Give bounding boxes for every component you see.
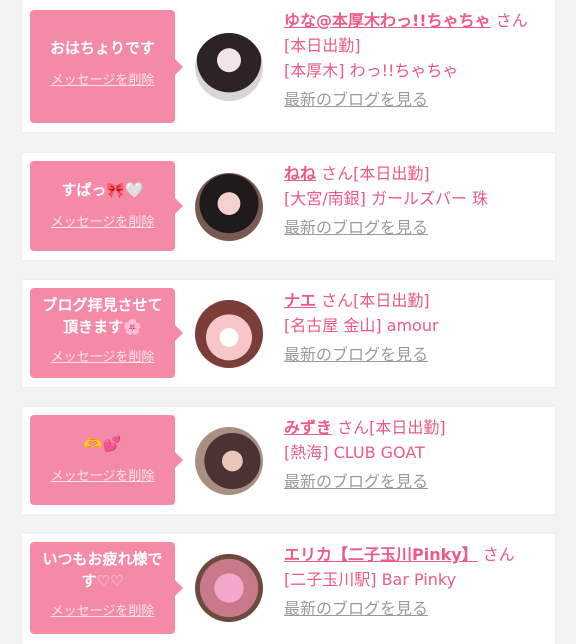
ribbon-heart-emoji-icon: 🎀🤍 xyxy=(106,181,144,199)
shop-area: [熱海] CLUB GOAT xyxy=(284,443,425,462)
message-bubble: いつもお疲れ様で す♡♡ メッセージを削除 xyxy=(30,542,183,634)
latest-blog-link[interactable]: 最新のブログを見る xyxy=(284,87,428,112)
status-badge: [本日出勤] xyxy=(369,418,446,437)
message-bubble: すぱっ🎀🤍 メッセージを削除 xyxy=(30,161,183,251)
avatar[interactable] xyxy=(195,33,263,101)
profile-name-link[interactable]: みずき xyxy=(284,418,332,437)
profile-info: ナエ さん[本日出勤] [名古屋 金山] amour 最新のブログを見る xyxy=(284,288,549,367)
message-card: おはちょりです メッセージを削除 ゆな@本厚木わっ!!ちゃちゃ さん [本日出勤]… xyxy=(22,0,555,132)
message-card: すぱっ🎀🤍 メッセージを削除 ねね さん[本日出勤] [大宮/南銀] ガールズバ… xyxy=(22,153,555,260)
shop-area: [二子玉川駅] Bar Pinky xyxy=(284,570,457,589)
honorific: さん xyxy=(337,418,370,437)
delete-message-link[interactable]: メッセージを削除 xyxy=(30,211,175,230)
message-bubble: おはちょりです メッセージを削除 xyxy=(30,10,183,123)
avatar[interactable] xyxy=(195,300,263,368)
avatar[interactable] xyxy=(195,173,263,241)
delete-message-link[interactable]: メッセージを削除 xyxy=(30,69,175,88)
avatar[interactable] xyxy=(195,427,263,495)
profile-info: エリカ【二子玉川Pinky】 さん [二子玉川駅] Bar Pinky 最新のブ… xyxy=(284,542,549,621)
message-text-line: 頂きます xyxy=(63,318,124,336)
delete-message-link[interactable]: メッセージを削除 xyxy=(30,346,175,365)
honorific: さん xyxy=(321,164,354,183)
hearts-icon: ♡♡ xyxy=(96,572,124,590)
profile-name-link[interactable]: ねね xyxy=(284,164,316,183)
message-text-line: ブログ拝見させて xyxy=(42,296,163,314)
message-text: すぱっ🎀🤍 xyxy=(30,179,175,201)
flower-emoji-icon: 🌸 xyxy=(123,318,142,336)
shop-area: [名古屋 金山] amour xyxy=(284,316,439,335)
profile-info: ゆな@本厚木わっ!!ちゃちゃ さん [本日出勤] [本厚木] わっ!!ちゃちゃ 最… xyxy=(284,8,549,112)
honorific: さん xyxy=(321,291,354,310)
message-text-part: すぱっ xyxy=(61,181,107,199)
latest-blog-link[interactable]: 最新のブログを見る xyxy=(284,342,428,367)
profile-name-link[interactable]: ナエ xyxy=(284,291,316,310)
profile-name-link[interactable]: エリカ【二子玉川Pinky】 xyxy=(284,545,478,564)
message-text: おはちょりです xyxy=(49,39,155,57)
delete-message-link[interactable]: メッセージを削除 xyxy=(30,600,175,619)
message-text: ブログ拝見させて 頂きます🌸 xyxy=(30,294,175,338)
status-badge: [本日出勤] xyxy=(353,164,430,183)
status-badge: [本日出勤] xyxy=(284,36,361,55)
message-text-line: いつもお疲れ様で xyxy=(42,550,163,568)
avatar[interactable] xyxy=(195,554,263,622)
status-badge: [本日出勤] xyxy=(353,291,430,310)
honorific: さん xyxy=(495,11,528,30)
message-card: いつもお疲れ様で す♡♡ メッセージを削除 エリカ【二子玉川Pinky】 さん … xyxy=(22,534,555,644)
profile-name-link[interactable]: ゆな@本厚木わっ!!ちゃちゃ xyxy=(284,11,491,30)
message-text-line: す xyxy=(81,572,97,590)
message-card: 🫶💕 メッセージを削除 みずき さん[本日出勤] [熱海] CLUB GOAT … xyxy=(22,407,555,514)
message-text: 🫶💕 xyxy=(30,433,175,455)
profile-info: ねね さん[本日出勤] [大宮/南銀] ガールズバー 珠 最新のブログを見る xyxy=(284,161,549,240)
honorific: さん xyxy=(482,545,515,564)
message-text: いつもお疲れ様で す♡♡ xyxy=(30,548,175,592)
message-bubble: ブログ拝見させて 頂きます🌸 メッセージを削除 xyxy=(30,288,183,378)
profile-info: みずき さん[本日出勤] [熱海] CLUB GOAT 最新のブログを見る xyxy=(284,415,549,494)
latest-blog-link[interactable]: 最新のブログを見る xyxy=(284,215,428,240)
latest-blog-link[interactable]: 最新のブログを見る xyxy=(284,596,428,621)
message-bubble: 🫶💕 メッセージを削除 xyxy=(30,415,183,505)
message-card: ブログ拝見させて 頂きます🌸 メッセージを削除 ナエ さん[本日出勤] [名古屋… xyxy=(22,280,555,387)
shop-area: [大宮/南銀] ガールズバー 珠 xyxy=(284,189,489,208)
shop-area: [本厚木] わっ!!ちゃちゃ xyxy=(284,61,459,80)
latest-blog-link[interactable]: 最新のブログを見る xyxy=(284,469,428,494)
delete-message-link[interactable]: メッセージを削除 xyxy=(30,465,175,484)
heart-hands-emoji-icon: 🫶💕 xyxy=(83,435,122,453)
